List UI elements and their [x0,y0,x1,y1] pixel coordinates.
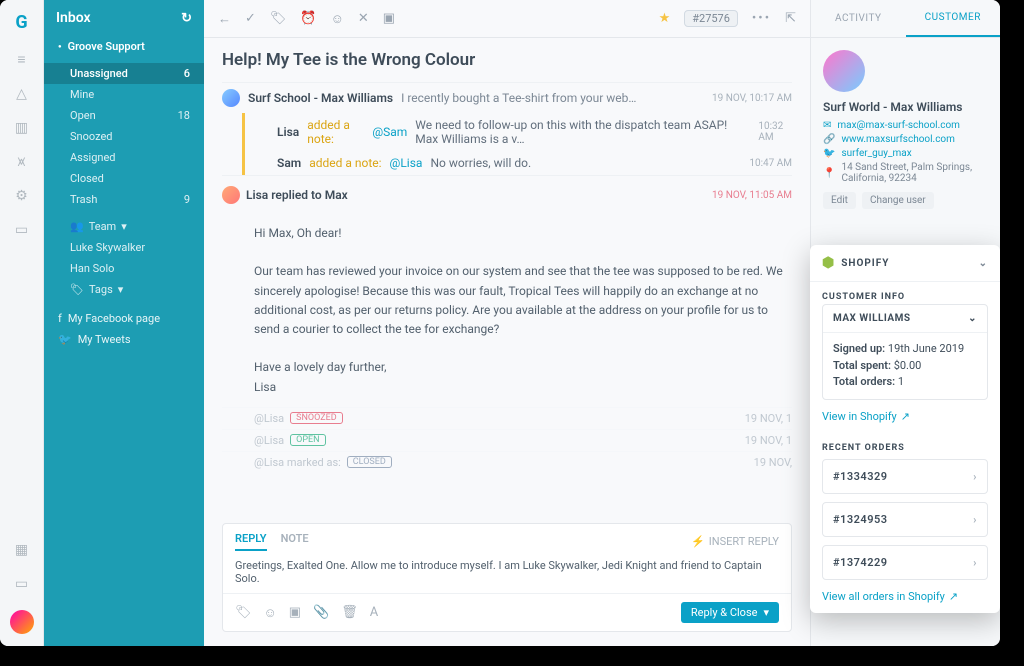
note-tab[interactable]: NOTE [281,532,309,551]
back-icon[interactable]: ← [218,11,231,27]
internal-note[interactable]: Sam added a note: @Lisa No worries, will… [242,151,792,175]
snooze-icon[interactable]: ⏰ [300,11,316,26]
activity-icon[interactable]: ⩙ [18,154,26,170]
filter-icon[interactable]: ✕ [358,11,369,26]
tags-heading[interactable]: 🏷Tags▾ [44,279,204,300]
emoji-icon[interactable]: ☺ [264,605,277,621]
order-row[interactable]: #1334329› [822,459,988,494]
assign-icon[interactable]: ☺ [331,11,344,27]
social-facebook[interactable]: fMy Facebook page [44,308,204,329]
thread: Help! My Tee is the Wrong Colour Surf Sc… [204,38,810,513]
sidebar-item-unassigned[interactable]: Unassigned6 [44,63,204,84]
icon-rail: G ≡ △ ▥ ⩙ ⚙ ▭ ▦ ▭ [0,0,44,646]
reply-body: Hi Max, Oh dear! Our team has reviewed y… [222,214,792,407]
team-member[interactable]: Han Solo [44,258,204,279]
shopify-label: SHOPIFY [841,258,889,269]
tag-icon[interactable]: 🏷 [270,11,287,26]
compose-icon[interactable]: △ [16,86,27,102]
change-user-button[interactable]: Change user [862,192,934,209]
original-message[interactable]: Surf School - Max Williams I recently bo… [222,82,792,113]
format-icon[interactable]: A [370,605,378,620]
customer-email[interactable]: ✉max@max-surf-school.com [823,120,988,131]
sidebar-item-assigned[interactable]: Assigned [44,147,204,168]
customer-info-card: MAX WILLIAMS⌄ Signed up: 19th June 2019 … [822,304,988,400]
status-event: @LisaSNOOZED19 NOV, 1 [222,407,792,429]
external-icon: ↗ [901,410,910,423]
template-icon[interactable]: ▣ [289,605,301,620]
sidebar-item-trash[interactable]: Trash9 [44,189,204,210]
book-icon[interactable]: ▭ [15,222,28,238]
customer-address: 📍14 Sand Street, Palm Springs, Californi… [823,162,988,184]
customer-name: Surf World - Max Williams [823,100,988,114]
settings-icon[interactable]: ⚙ [15,188,28,204]
view-all-orders[interactable]: View all orders in Shopify ↗ [810,588,1000,613]
section-recent-orders: RECENT ORDERS [810,433,1000,459]
check-icon[interactable]: ✓ [245,11,256,26]
ticket-number: #27576 [684,10,738,27]
tag-action-icon[interactable]: 🏷 [235,605,252,620]
chevron-right-icon: › [973,470,977,483]
trash-icon[interactable]: 🗑 [341,605,358,620]
customer-site[interactable]: 🔗www.maxsurfschool.com [823,134,988,145]
composer-body[interactable]: Greetings, Exalted One. Allow me to intr… [223,551,791,593]
app-logo: G [15,12,27,33]
tab-activity[interactable]: ACTIVITY [811,0,906,37]
chevron-right-icon: › [973,513,977,526]
view-in-shopify[interactable]: View in Shopify ↗ [810,408,1000,433]
edit-button[interactable]: Edit [823,192,856,209]
shopify-icon: ⬢ [822,255,835,271]
status-event: @LisaOPEN19 NOV, 1 [222,429,792,451]
tab-customer[interactable]: CUSTOMER [906,0,1001,37]
attach-icon[interactable]: 📎 [313,605,329,620]
team-member[interactable]: Luke Skywalker [44,237,204,258]
more-icon[interactable]: ••• [752,11,771,26]
grid-icon[interactable]: ▦ [15,542,28,558]
section-customer-info: CUSTOMER INFO [810,282,1000,304]
status-event: @Lisa marked as:CLOSED19 NOV, [222,451,792,473]
sidebar: Inbox ↻ Groove Support Unassigned6 Mine … [44,0,204,646]
chevron-right-icon: › [973,556,977,569]
refresh-icon[interactable]: ↻ [181,11,192,26]
customer-avatar [823,50,865,92]
star-icon[interactable]: ★ [659,11,671,26]
insert-reply[interactable]: ⚡ INSERT REPLY [691,532,779,551]
user-avatar[interactable] [10,610,34,634]
team-heading[interactable]: 👥Team▾ [44,216,204,237]
agent-avatar [222,186,240,204]
sidebar-item-closed[interactable]: Closed [44,168,204,189]
ticket-subject: Help! My Tee is the Wrong Colour [222,50,792,70]
internal-note[interactable]: Lisa added a note: @Sam We need to follo… [242,113,792,151]
send-button[interactable]: Reply & Close ▾ [681,602,779,623]
merge-icon[interactable]: ▣ [383,11,395,26]
order-row[interactable]: #1374229› [822,545,988,580]
main-panel: ← ✓ 🏷 ⏰ ☺ ✕ ▣ ★ #27576 ••• ⇱ Help! My Te… [204,0,810,646]
shopify-popover: ⬢ SHOPIFY ⌄ CUSTOMER INFO MAX WILLIAMS⌄ … [810,245,1000,613]
card-icon[interactable]: ▭ [15,576,28,592]
order-row[interactable]: #1324953› [822,502,988,537]
reply-tab[interactable]: REPLY [235,532,267,551]
ticket-toolbar: ← ✓ 🏷 ⏰ ☺ ✕ ▣ ★ #27576 ••• ⇱ [204,0,810,38]
expand-icon[interactable]: ⇱ [785,11,796,26]
chevron-down-icon[interactable]: ⌄ [979,258,988,269]
social-twitter[interactable]: 🐦My Tweets [44,329,204,350]
composer: REPLY NOTE ⚡ INSERT REPLY Greetings, Exa… [222,523,792,632]
external-icon: ↗ [949,590,958,603]
sidebar-title: Inbox [56,10,91,26]
sidebar-item-snoozed[interactable]: Snoozed [44,126,204,147]
reply-header[interactable]: Lisa replied to Max 19 NOV, 11:05 AM [222,175,792,214]
customer-twitter[interactable]: 🐦surfer_guy_max [823,148,988,159]
sender-avatar [222,89,240,107]
columns-icon[interactable]: ▥ [15,120,28,136]
sidebar-item-mine[interactable]: Mine [44,84,204,105]
chevron-down-icon[interactable]: ⌄ [968,313,977,324]
sidebar-item-open[interactable]: Open18 [44,105,204,126]
menu-icon[interactable]: ≡ [17,51,25,68]
mailbox-name[interactable]: Groove Support [44,36,204,57]
